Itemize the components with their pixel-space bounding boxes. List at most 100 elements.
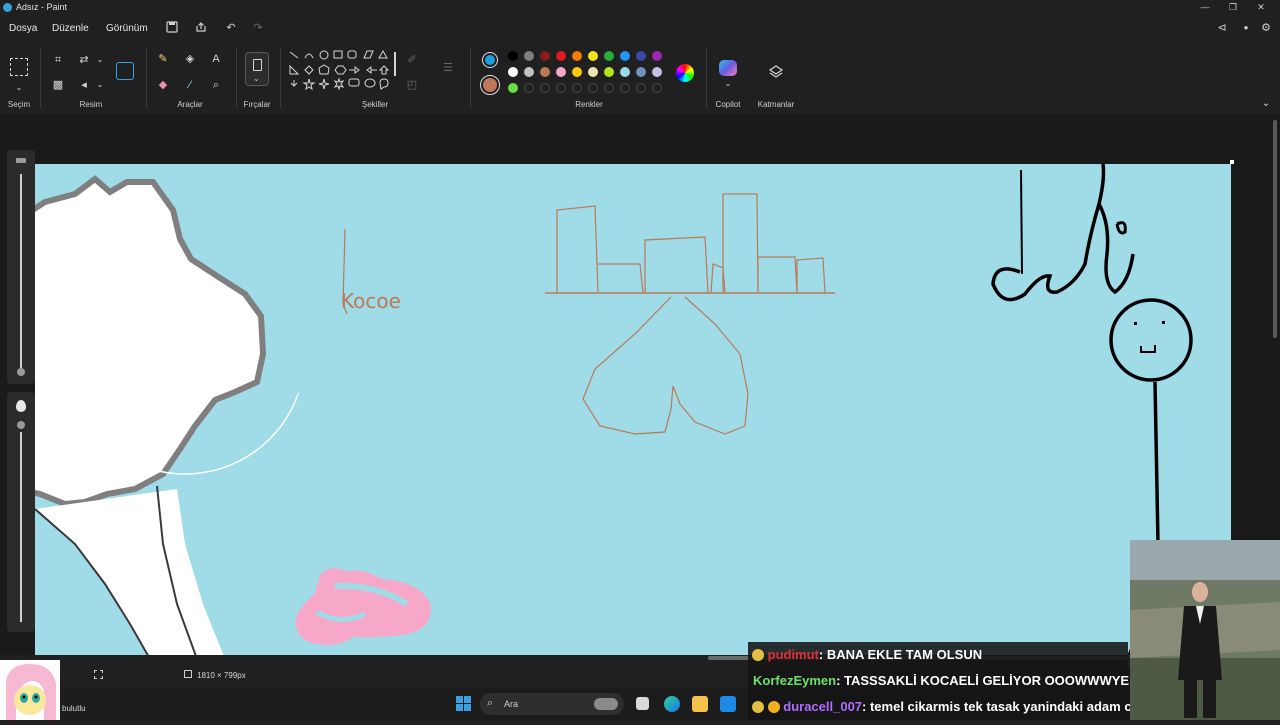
menu-view[interactable]: Görünüm — [106, 23, 148, 34]
file-explorer-icon[interactable] — [692, 696, 708, 712]
fill-bucket-icon[interactable]: ◈ — [182, 51, 198, 67]
color-swatch[interactable] — [556, 67, 566, 77]
color-swatch[interactable] — [556, 51, 566, 61]
restore-button[interactable]: ❐ — [1222, 0, 1244, 15]
color-swatch[interactable] — [540, 51, 550, 61]
subscriber-badge-icon — [767, 701, 780, 713]
image-creator-icon[interactable] — [116, 62, 134, 80]
edge-browser-icon[interactable] — [664, 696, 680, 712]
account-icon[interactable]: ● — [1238, 21, 1254, 35]
custom-color-slot[interactable] — [636, 83, 646, 93]
color-swatch[interactable] — [508, 67, 518, 77]
vertical-scrollbar[interactable] — [1273, 120, 1277, 338]
layers-icon[interactable] — [768, 64, 784, 85]
chevron-down-icon: ⌄ — [253, 74, 260, 83]
rotate-icon[interactable]: ◂ — [76, 77, 92, 93]
color-swatch[interactable] — [636, 51, 646, 61]
slider-thumb[interactable] — [17, 421, 25, 429]
sketch-word: Kocoe — [341, 289, 401, 313]
save-icon[interactable] — [164, 21, 180, 35]
color-swatch[interactable] — [572, 51, 582, 61]
brush-size-slider[interactable] — [7, 150, 35, 384]
close-button[interactable]: ✕ — [1250, 0, 1272, 15]
window-title: Adsız - Paint — [16, 2, 68, 12]
redo-icon[interactable]: ↷ — [250, 21, 266, 35]
collapse-ribbon-chevron-icon[interactable]: ⌄ — [1258, 96, 1274, 112]
shapes-gallery[interactable] — [286, 48, 394, 92]
color-swatch[interactable] — [652, 51, 662, 61]
shape-outline-icon[interactable]: ✐ — [404, 52, 420, 68]
color-swatch[interactable] — [508, 83, 518, 93]
slider-thumb[interactable] — [17, 368, 25, 376]
weather-label: bulutlu — [62, 704, 86, 713]
canvas-resize-handle[interactable] — [1230, 160, 1234, 164]
custom-color-slot[interactable] — [524, 83, 534, 93]
color-picker-icon[interactable]: ⁄ — [182, 77, 198, 93]
windows-start-icon[interactable] — [456, 696, 471, 711]
color-swatch[interactable] — [604, 67, 614, 77]
canvas-drawing: Kocoe — [35, 164, 1193, 655]
chevron-down-icon[interactable]: ⌄ — [92, 52, 108, 68]
color-swatch[interactable] — [604, 51, 614, 61]
badge-icon — [752, 649, 764, 661]
custom-color-slot[interactable] — [556, 83, 566, 93]
magnifier-icon[interactable]: ⌕ — [208, 77, 224, 93]
image-remove-background-icon[interactable]: ▩ — [50, 77, 66, 93]
settings-gear-icon[interactable]: ⚙ — [1258, 21, 1274, 35]
color-swatch[interactable] — [588, 67, 598, 77]
color-swatch[interactable] — [540, 67, 550, 77]
eraser-icon[interactable]: ◆ — [155, 77, 171, 93]
custom-color-slot[interactable] — [572, 83, 582, 93]
copilot-icon[interactable] — [719, 60, 737, 76]
brushes-button[interactable]: ⌄ — [245, 52, 269, 86]
color-swatch[interactable] — [572, 67, 582, 77]
chevron-down-icon[interactable]: ⌄ — [11, 80, 27, 96]
color-swatch[interactable] — [588, 51, 598, 61]
drawing-canvas[interactable]: Kocoe — [35, 164, 1231, 655]
group-label-brushes: Fırçalar — [243, 100, 271, 109]
chevron-down-icon[interactable]: ⌄ — [720, 76, 736, 92]
pencil-icon[interactable]: ✎ — [155, 51, 171, 67]
color-swatch[interactable] — [524, 67, 534, 77]
crop-icon[interactable]: ⌗ — [50, 52, 66, 68]
taskbar-search-box[interactable]: ⌕ Ara — [480, 693, 624, 715]
divider — [706, 48, 707, 108]
color-swatch[interactable] — [636, 67, 646, 77]
custom-color-slot[interactable] — [652, 83, 662, 93]
edit-colors-icon[interactable] — [676, 64, 694, 82]
primary-color-swatch[interactable] — [482, 52, 498, 68]
task-view-icon[interactable] — [636, 697, 649, 710]
shape-fill-icon[interactable]: ◰ — [404, 77, 420, 93]
shape-size-icon[interactable]: ☰ — [440, 60, 456, 76]
divider — [146, 48, 147, 108]
color-swatch[interactable] — [620, 67, 630, 77]
minimize-button[interactable]: — — [1194, 0, 1216, 15]
shapes-scrollbar[interactable] — [394, 52, 396, 76]
resize-icon[interactable]: ⇄ — [76, 52, 92, 68]
share-icon[interactable] — [193, 21, 209, 35]
selection-rectangle-icon[interactable] — [10, 58, 28, 76]
text-tool-icon[interactable]: A — [208, 51, 224, 67]
divider — [470, 48, 471, 108]
chat-message: pudimut: BANA EKLE TAM OLSUN — [748, 642, 1128, 668]
store-icon[interactable] — [720, 696, 736, 712]
selection-size-icon — [94, 670, 103, 679]
menu-file[interactable]: Dosya — [9, 23, 37, 34]
color-swatch[interactable] — [524, 51, 534, 61]
chevron-down-icon[interactable]: ⌄ — [92, 77, 108, 93]
secondary-color-swatch[interactable] — [480, 75, 500, 95]
custom-color-slot[interactable] — [540, 83, 550, 93]
chat-username: KorfezEymen — [753, 673, 837, 688]
group-label-tools: Araçlar — [177, 100, 203, 109]
undo-icon[interactable]: ↶ — [223, 21, 239, 35]
color-swatch[interactable] — [652, 67, 662, 77]
streamer-avatar-image — [0, 660, 60, 720]
custom-color-slot[interactable] — [588, 83, 598, 93]
color-swatch[interactable] — [508, 51, 518, 61]
announcement-icon[interactable]: ⊲ — [1214, 21, 1230, 35]
menu-edit[interactable]: Düzenle — [52, 23, 89, 34]
color-swatch[interactable] — [620, 51, 630, 61]
custom-color-slot[interactable] — [604, 83, 614, 93]
custom-color-slot[interactable] — [620, 83, 630, 93]
opacity-slider[interactable] — [7, 392, 35, 632]
